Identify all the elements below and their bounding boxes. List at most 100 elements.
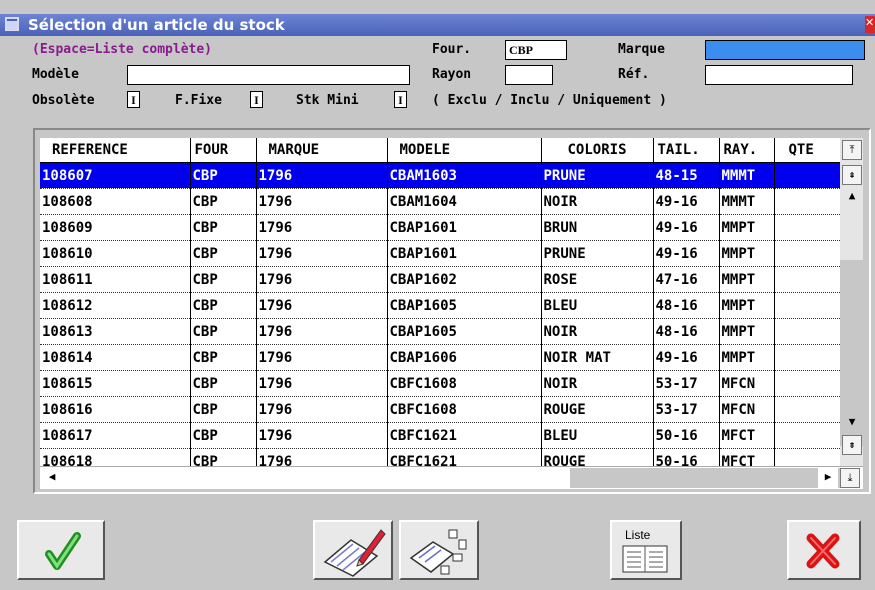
ffixe-field[interactable]: I [250, 91, 263, 108]
table-cell: CBAP1601 [387, 214, 542, 241]
rayon-input[interactable] [505, 65, 553, 85]
horizontal-scroll-thumb[interactable] [570, 468, 840, 488]
table-cell: 108608 [40, 188, 191, 215]
table-row[interactable]: 108609 CBP 1796 CBAP1601 BRUN 49-16 MMPT [40, 214, 840, 241]
table-cell: 1796 [256, 214, 388, 241]
page-up-icon[interactable]: ⇞ [842, 165, 862, 185]
table-row[interactable]: 108610 CBP 1796 CBAP1601 PRUNE 49-16 MMPT [40, 240, 840, 267]
table-cell: 1796 [256, 448, 388, 466]
four-label: Four. [432, 42, 472, 57]
table-cell [774, 214, 840, 241]
table-cell: 49-16 [653, 344, 720, 371]
table-cell: NOIR MAT [541, 344, 654, 371]
column-header-marque[interactable]: MARQUE [256, 138, 388, 163]
scroll-right-icon[interactable]: ▶ [818, 468, 838, 488]
table-cell [774, 422, 840, 449]
table-cell [774, 162, 840, 189]
edit-article-button[interactable] [313, 520, 393, 580]
page-down-icon[interactable]: ⇟ [842, 435, 862, 455]
table-row[interactable]: 108615 CBP 1796 CBFC1608 NOIR 53-17 MFCN [40, 370, 840, 397]
table-cell: 49-16 [653, 214, 720, 241]
table-header: REFERENCE FOUR MARQUE MODELE COLORIS TAI… [40, 138, 840, 163]
table-cell: 108612 [40, 292, 191, 319]
article-grid[interactable]: REFERENCE FOUR MARQUE MODELE COLORIS TAI… [40, 138, 840, 466]
table-cell: 1796 [256, 266, 388, 293]
stkmini-field[interactable]: I [394, 91, 407, 108]
table-row[interactable]: 108612 CBP 1796 CBAP1605 BLEU 48-16 MMPT [40, 292, 840, 319]
table-cell: ROSE [541, 266, 654, 293]
table-row[interactable]: 108611 CBP 1796 CBAP1602 ROSE 47-16 MMPT [40, 266, 840, 293]
table-cell: 108618 [40, 448, 191, 466]
table-cell: BLEU [541, 422, 654, 449]
table-cell: MFCN [719, 370, 775, 397]
table-cell: CBAP1602 [387, 266, 542, 293]
table-cell: CBP [190, 370, 257, 397]
table-cell: CBP [190, 214, 257, 241]
table-row[interactable]: 108614 CBP 1796 CBAP1606 NOIR MAT 49-16 MMPT [40, 344, 840, 371]
table-cell [774, 292, 840, 319]
validate-button[interactable] [17, 520, 105, 580]
list-icon [622, 545, 668, 573]
column-header-four[interactable]: FOUR [190, 138, 257, 163]
table-cell [774, 344, 840, 371]
column-header-qte[interactable]: QTE [774, 138, 840, 163]
table-cell: BRUN [541, 214, 654, 241]
table-cell: MFCT [719, 448, 775, 466]
table-cell: CBP [190, 292, 257, 319]
table-cell: ROUGE [541, 396, 654, 423]
table-row[interactable]: 108616 CBP 1796 CBFC1608 ROUGE 53-17 MFCN [40, 396, 840, 423]
table-cell: 49-16 [653, 188, 720, 215]
column-header-modele[interactable]: MODELE [387, 138, 542, 163]
table-row[interactable]: 108617 CBP 1796 CBFC1621 BLEU 50-16 MFCT [40, 422, 840, 449]
table-cell: MMPT [719, 318, 775, 345]
column-header-coloris[interactable]: COLORIS [541, 138, 654, 163]
table-cell: 1796 [256, 422, 388, 449]
table-cell: CBP [190, 344, 257, 371]
table-row[interactable]: 108613 CBP 1796 CBAP1605 NOIR 48-16 MMPT [40, 318, 840, 345]
table-cell: MMPT [719, 240, 775, 267]
table-row[interactable]: 108618 CBP 1796 CBFC1621 ROUGE 50-16 MFCT [40, 448, 840, 466]
window-title: Sélection d'un article du stock [28, 16, 285, 34]
stock-details-button[interactable] [399, 520, 479, 580]
scroll-up-icon[interactable]: ▲ [842, 187, 862, 207]
marque-input[interactable] [705, 40, 865, 60]
table-cell: 1796 [256, 240, 388, 267]
scroll-left-icon[interactable]: ◀ [42, 468, 62, 488]
table-cell: 1796 [256, 318, 388, 345]
hint-text: (Espace=Liste complète) [32, 42, 213, 57]
table-cell: CBP [190, 448, 257, 466]
column-header-reference[interactable]: REFERENCE [40, 138, 191, 163]
liste-button[interactable]: Liste [610, 520, 682, 580]
modele-label: Modèle [32, 67, 79, 82]
table-cell: 108617 [40, 422, 191, 449]
edit-document-icon [323, 529, 386, 577]
modele-input[interactable] [127, 65, 410, 85]
table-cell: CBFC1608 [387, 396, 542, 423]
scattered-papers-icon [409, 529, 467, 575]
table-cell: 108609 [40, 214, 191, 241]
ref-input[interactable] [705, 65, 853, 85]
obsolete-field[interactable]: I [127, 91, 140, 108]
table-cell: 50-16 [653, 448, 720, 466]
window: Sélection d'un article du stock ✕ (Espac… [0, 0, 875, 590]
window-close-button[interactable]: ✕ [865, 16, 875, 33]
table-cell: 49-16 [653, 240, 720, 267]
table-row[interactable]: 108607 CBP 1796 CBAM1603 PRUNE 48-15 MMMT [40, 162, 840, 189]
column-header-taille[interactable]: TAIL. [653, 138, 720, 163]
vertical-scrollbar[interactable]: ⤒ ⇞ ▲ ▼ ⇟ [840, 138, 863, 466]
table-cell: 1796 [256, 162, 388, 189]
table-cell: CBFC1608 [387, 370, 542, 397]
cancel-button[interactable] [787, 520, 861, 580]
scroll-down-icon[interactable]: ▼ [842, 413, 862, 433]
scroll-top-icon[interactable]: ⤒ [842, 140, 862, 160]
table-cell: CBAM1603 [387, 162, 542, 189]
four-input[interactable]: CBP [505, 40, 567, 60]
table-row[interactable]: 108608 CBP 1796 CBAM1604 NOIR 49-16 MMMT [40, 188, 840, 215]
table-cell: MFCN [719, 396, 775, 423]
table-cell [774, 318, 840, 345]
table-cell: 53-17 [653, 370, 720, 397]
column-header-rayon[interactable]: RAY. [719, 138, 775, 163]
scroll-bottom-icon[interactable]: ⤓ [840, 468, 860, 488]
red-x-icon [806, 533, 840, 569]
horizontal-scrollbar[interactable]: ◀ ▶ ⤓ [40, 466, 863, 489]
